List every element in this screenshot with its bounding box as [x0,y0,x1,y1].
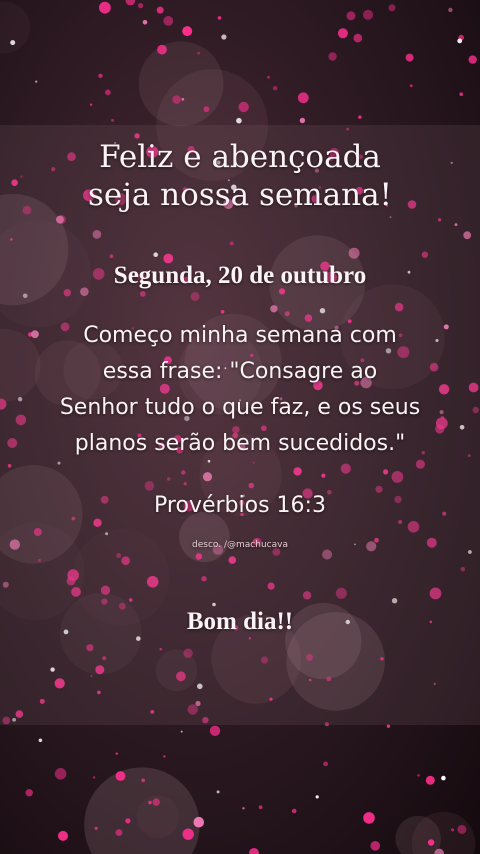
quote-text: Começo minha semana com essa frase: "Con… [0,318,480,462]
sparkle-dot [337,28,348,39]
sparkle-dot [388,4,396,12]
sparkle-dot [58,830,68,841]
card-title: Feliz e abençoada seja nossa semana! [0,138,480,214]
sparkle-dot [405,53,414,62]
sparkle-dot [99,1,111,14]
sparkle-dot [209,725,221,736]
title-line-2: seja nossa semana! [87,177,393,213]
sparkle-dot [193,816,205,828]
sparkle-dot [94,826,98,830]
sparkle-dot [291,808,297,814]
bokeh-blob [138,41,224,127]
glint-dot [38,738,43,743]
sparkle-dot [152,798,160,806]
sparkle-dot [242,807,245,810]
sparkle-dot [386,724,391,728]
sparkle-dot [249,848,259,854]
bokeh-blob [0,1,31,54]
sparkle-dot [409,84,413,88]
sparkle-dot [182,828,194,840]
glint-dot [10,40,16,46]
sparkle-dot [362,9,374,20]
glint-dot [236,117,242,124]
sparkle-dot [25,789,33,797]
sparkle-dot [328,52,337,61]
quote-line-1: Começo minha semana com [83,323,397,348]
glint-dot [315,795,319,799]
sparkle-dot [92,776,96,779]
bible-reference: Provérbios 16:3 [154,493,326,518]
glint-dot [221,34,227,40]
greeting-card: Feliz e abençoada seja nossa semana! Seg… [0,0,480,854]
sparkle-dot [417,774,420,777]
sparkle-dot [267,75,270,79]
sparkle-dot [272,85,278,91]
sparkle-dot [197,51,201,55]
sparkle-dot [425,775,435,785]
sparkle-dot [182,26,193,37]
glint-dot [441,775,446,781]
sparkle-dot [115,829,123,836]
sparkle-dot [238,101,249,113]
glint-dot [457,38,463,44]
sparkle-dot [370,841,381,851]
sparkle-dot [353,33,363,43]
sparkle-dot [138,3,144,9]
sparkle-dot [346,11,356,21]
glint-dot [35,80,38,83]
date-heading: Segunda, 20 de outubro [113,262,367,289]
sparkle-dot [299,117,306,124]
title-line-1: Feliz e abençoada [99,139,381,175]
sparkle-dot [181,97,185,101]
sparkle-dot [111,118,114,122]
sparkle-dot [258,805,263,810]
sparkle-dot [451,828,455,832]
sparkle-dot [427,839,435,846]
quote-line-2: essa frase: "Consagre ao [102,359,378,384]
sparkle-dot [172,95,181,104]
sparkle-dot [217,16,222,20]
sparkle-dot [105,89,111,96]
sparkle-dot [163,755,166,758]
sparkle-dot [203,106,210,113]
sparkle-dot [448,7,453,13]
sparkle-dot [156,6,164,14]
glint-dot [180,730,183,733]
sparkle-dot [98,73,103,79]
quote-line-3: Senhor tudo o que faz, e os seus [59,395,421,420]
glint-dot [216,790,220,794]
sparkle-dot [363,812,375,824]
sparkle-dot [141,778,145,783]
greeting-text: Bom dia!! [186,608,294,635]
sparkle-dot [148,800,152,805]
sparkle-dot [297,92,309,104]
credit-text: desco. /@machucava [192,540,288,550]
sparkle-dot [115,752,118,755]
sparkle-dot [157,44,167,55]
sparkle-dot [89,103,93,106]
sparkle-dot [459,92,464,96]
sparkle-dot [115,771,126,781]
sparkle-dot [125,0,136,6]
sparkle-dot [54,768,67,780]
sparkle-dot [142,20,148,25]
sparkle-dot [163,16,174,26]
sparkle-dot [358,115,362,119]
sparkle-dot [457,824,467,834]
sparkle-dot [323,761,328,767]
sparkle-dot [125,818,131,824]
quote-line-4: planos serão bem sucedidos." [74,431,406,456]
sparkle-dot [468,55,477,64]
